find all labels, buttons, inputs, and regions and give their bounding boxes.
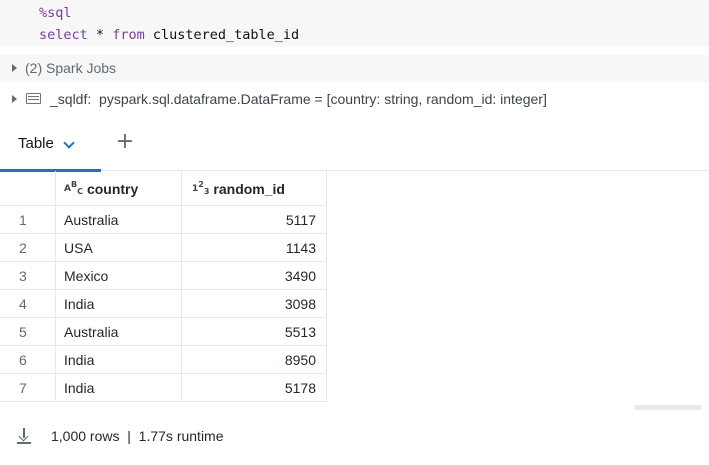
caret-right-icon[interactable] xyxy=(12,64,17,72)
cell-country[interactable]: USA xyxy=(56,234,182,262)
dataframe-schema-text: _sqldf: pyspark.sql.dataframe.DataFrame … xyxy=(50,91,547,107)
code-cell[interactable]: %sql select * from clustered_table_id xyxy=(0,0,709,47)
cell-country[interactable]: India xyxy=(56,374,182,402)
cell-random-id[interactable]: 8950 xyxy=(182,346,327,374)
row-index: 1 xyxy=(0,206,56,234)
header-index-cell xyxy=(0,171,56,206)
spark-jobs-label: (2) Spark Jobs xyxy=(25,60,117,76)
horizontal-scrollbar[interactable] xyxy=(634,405,702,410)
cell-country[interactable]: India xyxy=(56,346,182,374)
plus-icon[interactable]: + xyxy=(115,131,135,153)
keyword-select: select xyxy=(39,27,88,43)
table-row[interactable]: 1 Australia 5117 xyxy=(0,206,327,234)
download-icon[interactable] xyxy=(16,428,32,444)
cell-random-id[interactable]: 5178 xyxy=(182,374,327,402)
cell-random-id[interactable]: 3490 xyxy=(182,262,327,290)
column-header-random-id[interactable]: 123 random_id xyxy=(182,171,327,206)
result-summary: 1,000 rows | 1.77s runtime xyxy=(51,428,224,444)
row-index: 4 xyxy=(0,290,56,318)
code-magic-line: %sql xyxy=(39,5,72,21)
row-index: 7 xyxy=(0,374,56,402)
table-row[interactable]: 2 USA 1143 xyxy=(0,234,327,262)
dataframe-icon xyxy=(26,93,41,104)
result-tabs-bar: Table + xyxy=(0,120,709,172)
dataframe-schema-row[interactable]: _sqldf: pyspark.sql.dataframe.DataFrame … xyxy=(0,86,709,112)
spark-jobs-row[interactable]: (2) Spark Jobs xyxy=(0,55,709,82)
table-row[interactable]: 6 India 8950 xyxy=(0,346,327,374)
table-row[interactable]: 7 India 5178 xyxy=(0,374,327,402)
string-type-icon: ABC xyxy=(64,180,83,197)
result-footer: 1,000 rows | 1.77s runtime xyxy=(0,424,709,450)
integer-type-icon: 123 xyxy=(192,180,210,197)
cell-random-id[interactable]: 1143 xyxy=(182,234,327,262)
code-query-line: select * from clustered_table_id xyxy=(39,27,299,43)
cell-country[interactable]: India xyxy=(56,290,182,318)
table-row[interactable]: 3 Mexico 3490 xyxy=(0,262,327,290)
cell-random-id[interactable]: 3098 xyxy=(182,290,327,318)
cell-random-id[interactable]: 5117 xyxy=(182,206,327,234)
keyword-from: from xyxy=(112,27,145,43)
cell-country[interactable]: Australia xyxy=(56,206,182,234)
row-index: 6 xyxy=(0,346,56,374)
caret-right-icon[interactable] xyxy=(12,95,17,103)
tab-table[interactable]: Table xyxy=(0,120,101,172)
cell-random-id[interactable]: 5513 xyxy=(182,318,327,346)
table-header-row: ABC country 123 random_id xyxy=(0,171,327,206)
column-header-country[interactable]: ABC country xyxy=(56,171,182,206)
row-index: 2 xyxy=(0,234,56,262)
query-table-name: clustered_table_id xyxy=(152,27,300,43)
chevron-down-icon[interactable] xyxy=(63,137,75,149)
row-index: 3 xyxy=(0,262,56,290)
tab-table-label: Table xyxy=(18,135,54,152)
row-index: 5 xyxy=(0,318,56,346)
cell-country[interactable]: Mexico xyxy=(56,262,182,290)
cell-country[interactable]: Australia xyxy=(56,318,182,346)
query-star: * xyxy=(95,27,105,43)
table-row[interactable]: 5 Australia 5513 xyxy=(0,318,327,346)
table-row[interactable]: 4 India 3098 xyxy=(0,290,327,318)
